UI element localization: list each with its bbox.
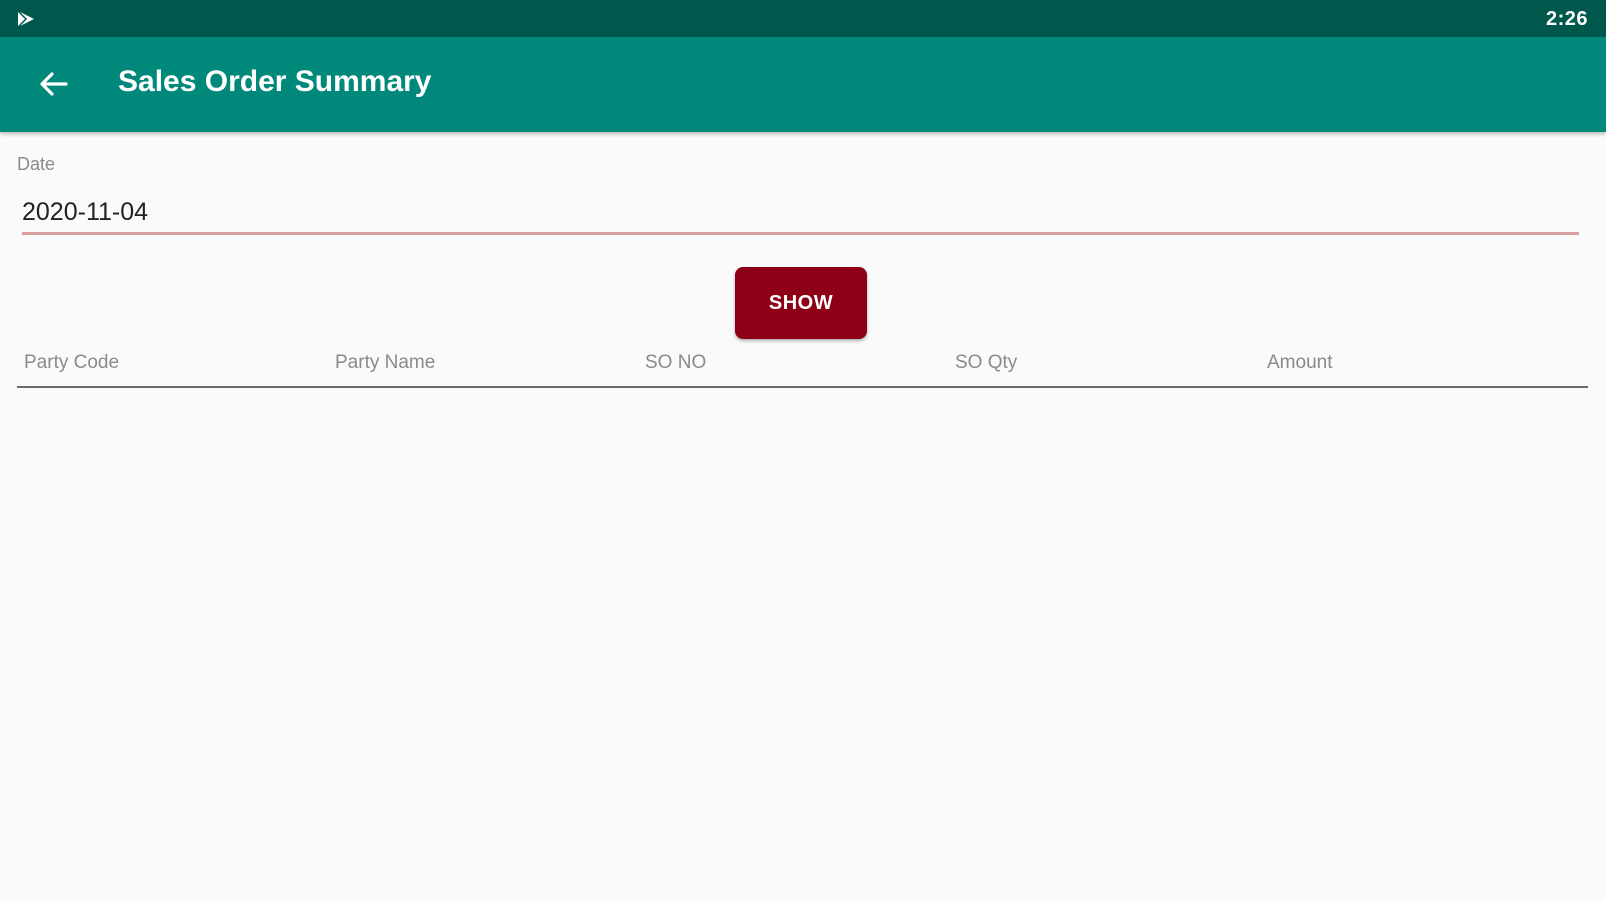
main-content: Date SHOW Party Code Party Name SO NO SO… xyxy=(0,132,1606,900)
status-bar: 2:26 xyxy=(0,0,1606,37)
column-header-so-no: SO NO xyxy=(645,352,707,373)
table-header: Party Code Party Name SO NO SO Qty Amoun… xyxy=(17,342,1588,388)
status-clock: 2:26 xyxy=(1545,8,1588,30)
app-bar: Sales Order Summary xyxy=(0,37,1606,132)
date-field[interactable] xyxy=(22,192,1579,235)
column-header-so-qty: SO Qty xyxy=(955,352,1018,373)
column-header-party-name: Party Name xyxy=(335,352,436,373)
column-header-amount: Amount xyxy=(1267,352,1333,373)
column-header-party-code: Party Code xyxy=(24,352,120,373)
back-button[interactable] xyxy=(28,61,78,107)
arrow-back-icon xyxy=(40,72,68,96)
show-button[interactable]: SHOW xyxy=(735,267,867,339)
page-title: Sales Order Summary xyxy=(118,65,432,98)
table-body xyxy=(17,388,1588,888)
screen: 2:26 Sales Order Summary Date SHOW Party… xyxy=(0,0,1606,900)
date-label: Date xyxy=(17,154,56,174)
play-store-icon xyxy=(17,10,34,28)
